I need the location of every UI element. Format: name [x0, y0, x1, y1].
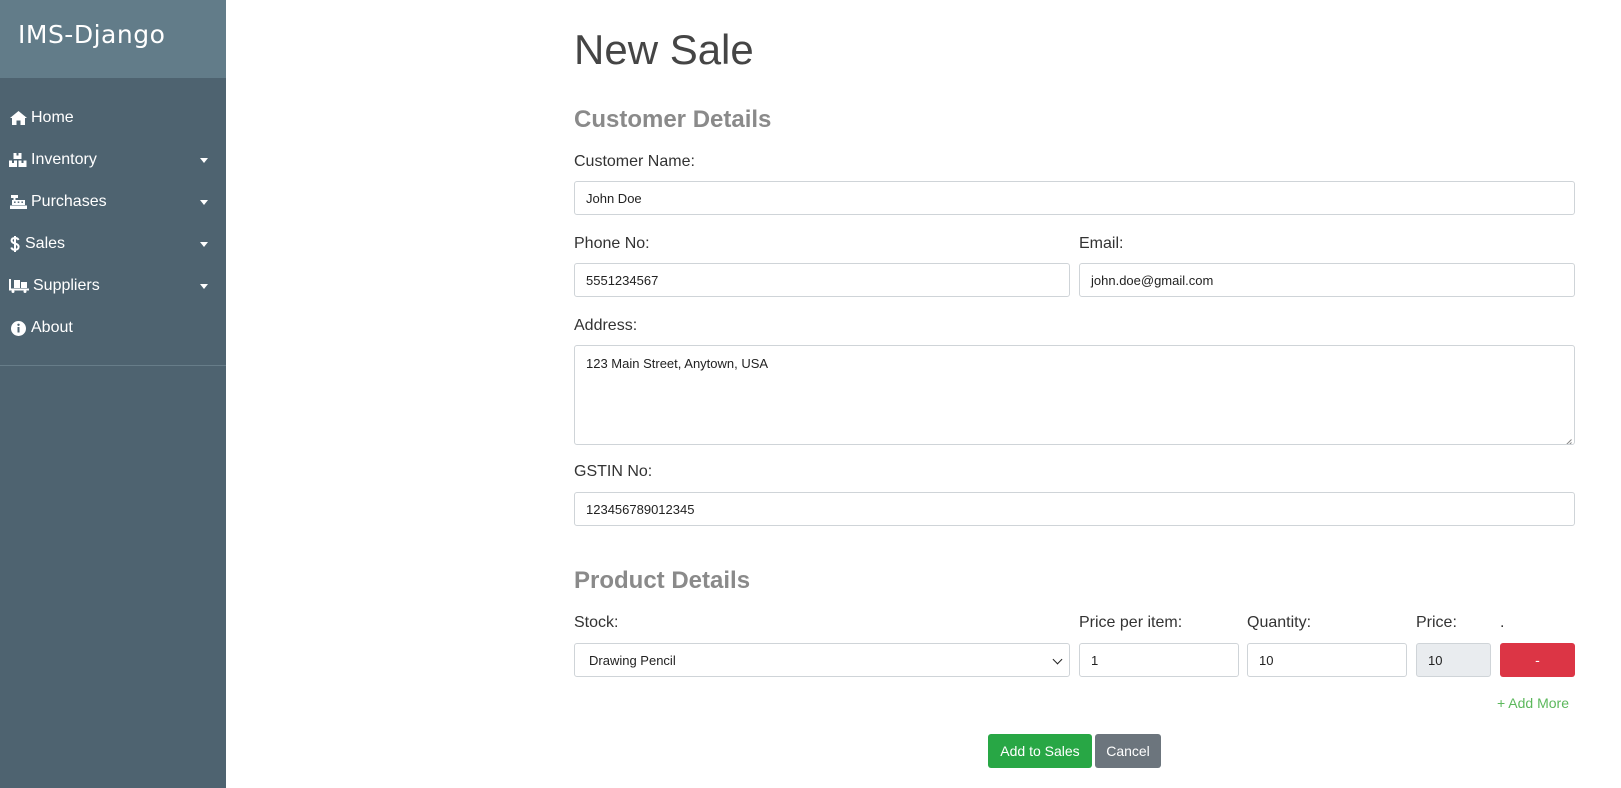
app: IMS-Django Home Inventory Purchases Sale… [0, 0, 1621, 788]
sidebar-item-inventory[interactable]: Inventory [0, 139, 226, 181]
gstin-label: GSTIN No: [574, 463, 653, 480]
sidebar-item-label: Home [31, 109, 74, 126]
sidebar-item-sales[interactable]: Sales [0, 223, 226, 265]
email-label: Email: [1079, 235, 1124, 252]
chevron-down-icon [200, 283, 208, 289]
address-text: 123 Main Street, Anytown, USA [586, 356, 769, 371]
home-icon [9, 110, 27, 126]
add-to-sales-button[interactable]: Add to Sales [988, 734, 1092, 768]
price-output: 10 [1416, 643, 1491, 677]
sidebar-item-purchases[interactable]: Purchases [0, 181, 226, 223]
customer-details-heading: Customer Details [574, 106, 772, 133]
add-more-link[interactable]: + Add More [1497, 695, 1569, 711]
gstin-input[interactable]: 123456789012345 [574, 492, 1575, 526]
address-textarea[interactable]: 123 Main Street, Anytown, USA [574, 345, 1575, 445]
stock-select[interactable]: Drawing Pencil [574, 643, 1070, 677]
customer-name-input[interactable]: John Doe [574, 181, 1575, 215]
chevron-down-icon [200, 157, 208, 163]
page-title: New Sale [574, 26, 754, 73]
stock-select-value: Drawing Pencil [589, 652, 676, 668]
dollar-icon [9, 236, 21, 252]
cancel-button[interactable]: Cancel [1095, 734, 1161, 768]
price-per-item-input[interactable]: 1 [1079, 643, 1239, 677]
price-label: Price: [1416, 614, 1457, 631]
product-details-heading: Product Details [574, 567, 751, 594]
dolly-icon [9, 278, 29, 294]
stock-label: Stock: [574, 614, 619, 631]
remove-column-label: . [1500, 614, 1505, 631]
sidebar-item-label: Sales [25, 235, 66, 252]
resize-grip-icon[interactable] [1564, 434, 1572, 444]
boxes-icon [9, 152, 27, 168]
brand-title[interactable]: IMS-Django [18, 20, 165, 49]
sidebar-item-label: Suppliers [33, 277, 100, 294]
email-input[interactable]: john.doe@gmail.com [1079, 263, 1575, 297]
sidebar-item-home[interactable]: Home [0, 97, 226, 139]
chevron-down-icon [200, 241, 208, 247]
sidebar-item-label: About [31, 319, 73, 336]
chevron-down-icon [1052, 654, 1063, 665]
price-per-item-label: Price per item: [1079, 614, 1183, 631]
chevron-down-icon [200, 199, 208, 205]
sidebar: IMS-Django Home Inventory Purchases Sale… [0, 0, 226, 788]
remove-row-button[interactable]: - [1500, 643, 1575, 677]
sidebar-item-label: Purchases [31, 193, 107, 210]
cash-register-icon [9, 194, 27, 210]
sidebar-divider [0, 365, 226, 366]
info-icon [9, 320, 27, 336]
customer-name-label: Customer Name: [574, 153, 695, 170]
sidebar-nav: Home Inventory Purchases Sales Suppliers… [0, 78, 226, 349]
phone-input[interactable]: 5551234567 [574, 263, 1070, 297]
sidebar-item-suppliers[interactable]: Suppliers [0, 265, 226, 307]
phone-label: Phone No: [574, 235, 650, 252]
brand[interactable]: IMS-Django [0, 0, 226, 78]
sidebar-item-label: Inventory [31, 151, 97, 168]
quantity-input[interactable]: 10 [1247, 643, 1407, 677]
sidebar-item-about[interactable]: About [0, 307, 226, 349]
quantity-label: Quantity: [1247, 614, 1312, 631]
address-label: Address: [574, 317, 638, 334]
